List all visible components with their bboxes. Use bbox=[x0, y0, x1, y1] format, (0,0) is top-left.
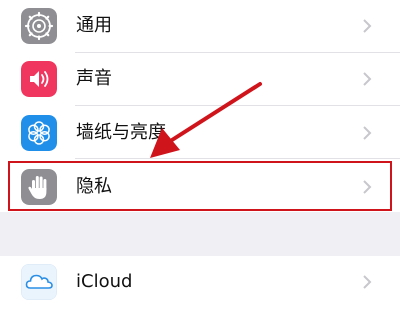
settings-item-privacy[interactable]: 隐私 bbox=[0, 160, 400, 212]
chevron-right-icon bbox=[361, 125, 373, 141]
speaker-icon bbox=[21, 61, 57, 97]
settings-item-label: 通用 bbox=[76, 15, 112, 36]
chevron-right-icon bbox=[361, 71, 373, 87]
settings-item-label: 墙纸与亮度 bbox=[76, 122, 166, 143]
settings-item-label: 声音 bbox=[76, 68, 112, 89]
settings-item-sounds[interactable]: 声音 bbox=[0, 53, 400, 105]
gear-icon bbox=[21, 8, 57, 44]
chevron-right-icon bbox=[361, 18, 373, 34]
chevron-right-icon bbox=[361, 179, 373, 195]
settings-item-icloud[interactable]: iCloud bbox=[0, 256, 400, 308]
settings-item-label: 隐私 bbox=[76, 176, 112, 197]
settings-item-wallpaper-brightness[interactable]: 墙纸与亮度 bbox=[0, 106, 400, 158]
settings-item-general[interactable]: 通用 bbox=[0, 0, 400, 52]
chevron-right-icon bbox=[361, 274, 373, 290]
cloud-icon bbox=[21, 264, 57, 300]
settings-item-label: iCloud bbox=[76, 271, 133, 292]
hand-icon bbox=[21, 169, 57, 205]
divider bbox=[75, 158, 400, 159]
section-gap bbox=[0, 212, 400, 256]
flower-icon bbox=[21, 115, 57, 151]
